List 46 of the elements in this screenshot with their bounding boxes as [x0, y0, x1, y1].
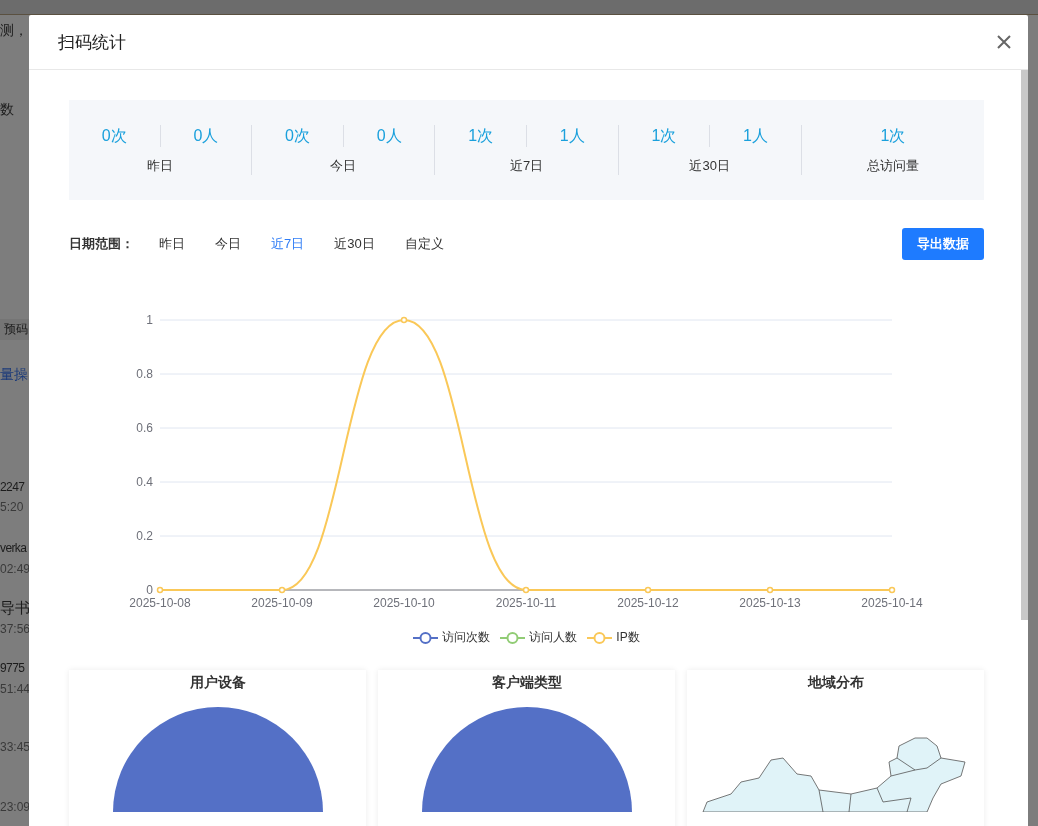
- stat-label: 近7日: [509, 157, 544, 175]
- y-tick-label: 1: [146, 313, 153, 327]
- y-tick-label: 0.6: [136, 421, 153, 435]
- background-text: 测，: [0, 22, 28, 40]
- dialog-title: 扫码统计: [58, 31, 126, 54]
- y-tick-label: 0.2: [136, 529, 153, 543]
- stat-value: 0次: [100, 126, 128, 146]
- background-text: 导书: [0, 599, 30, 618]
- stat-label: 今日: [330, 157, 357, 175]
- background-text: 5:20: [0, 500, 24, 514]
- background-text: 量操: [0, 366, 28, 384]
- card-title: 地域分布: [807, 674, 864, 692]
- stat-value: 1次: [650, 126, 678, 146]
- y-tick-label: 0.4: [136, 475, 153, 489]
- x-tick-label: 2025-10-13: [739, 596, 801, 610]
- card-title: 用户设备: [189, 674, 246, 692]
- y-tick-label: 0.8: [136, 367, 153, 381]
- stat-value: 1次: [467, 126, 495, 146]
- background-text: verka: [0, 541, 27, 555]
- stat-value: 1人: [709, 125, 801, 147]
- background-text: 9775: [0, 661, 25, 675]
- y-tick-label: 0: [146, 583, 153, 597]
- stat-value: 1人: [526, 125, 618, 147]
- x-tick-label: 2025-10-14: [861, 596, 923, 610]
- stat-label: 昨日: [147, 157, 174, 175]
- stat-value: 0人: [342, 125, 435, 147]
- stat-label: 近30日: [689, 157, 730, 175]
- stat-value: 1次: [879, 126, 907, 146]
- background-text: 23:09: [0, 800, 31, 814]
- stat-value: 0次: [284, 126, 311, 146]
- background-text: 51:44: [0, 682, 31, 696]
- stat-value: 0人: [159, 125, 252, 147]
- background-text: 数: [0, 101, 14, 119]
- x-tick-label: 2025-10-12: [617, 596, 679, 610]
- background-text: 预码: [0, 319, 32, 340]
- background-text: 37:56: [0, 622, 31, 636]
- background-text: 33:45: [0, 740, 31, 754]
- x-tick-label: 2025-10-08: [129, 596, 191, 610]
- x-tick-label: 2025-10-10: [373, 596, 435, 610]
- x-tick-label: 2025-10-11: [495, 596, 557, 610]
- background-text: 2247: [0, 480, 25, 494]
- card-title: 客户端类型: [491, 674, 562, 692]
- x-tick-label: 2025-10-09: [251, 596, 313, 610]
- date-range-label: 日期范围：: [69, 235, 134, 253]
- stat-label: 总访问量: [866, 157, 919, 175]
- background-text: 02:49: [0, 562, 31, 576]
